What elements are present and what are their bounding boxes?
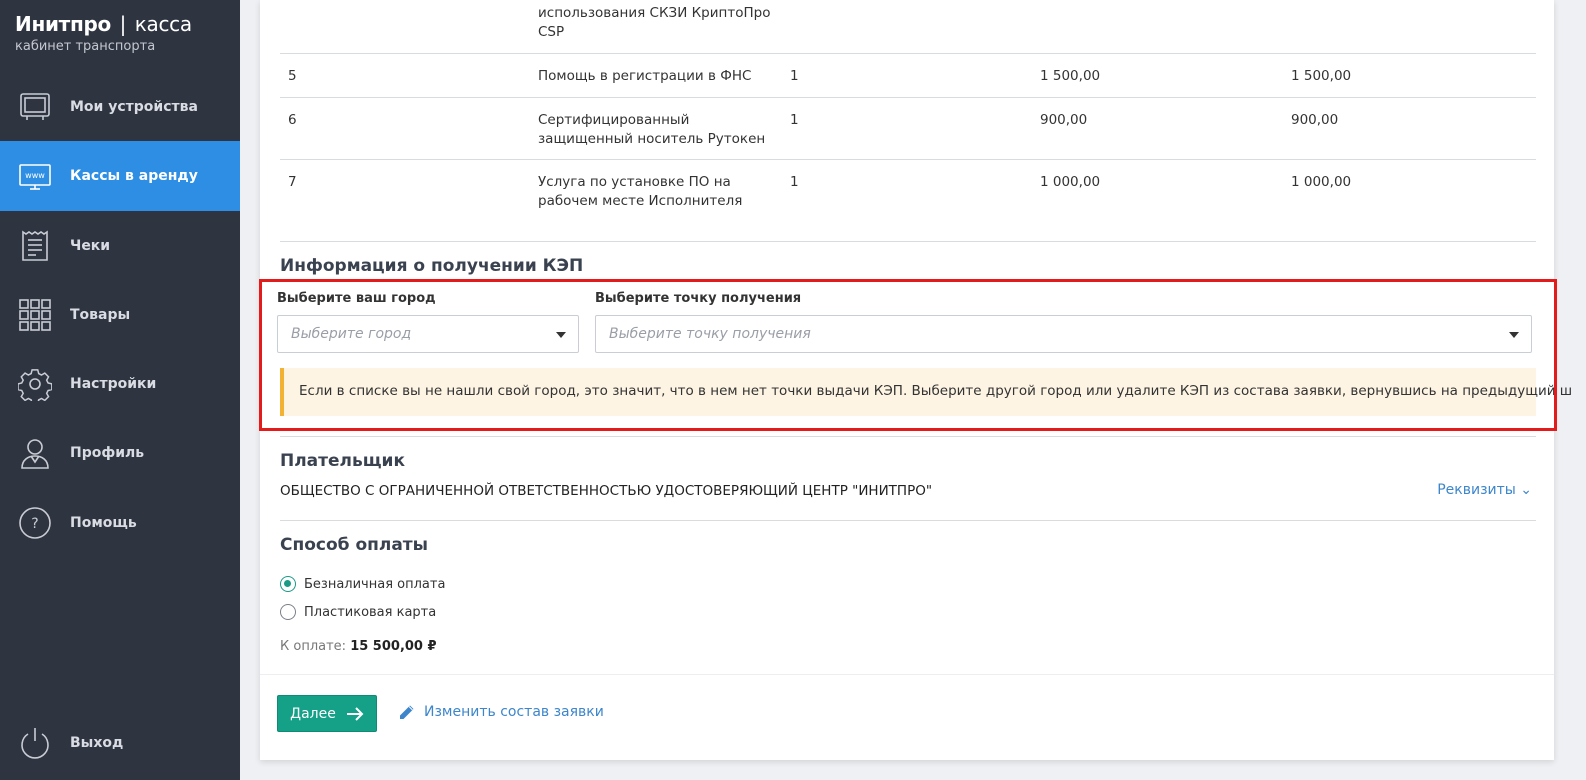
sidebar-item-label: Помощь: [70, 515, 137, 531]
svg-text:?: ?: [31, 516, 38, 532]
radio-button[interactable]: [280, 604, 296, 620]
arrow-right-icon: [346, 706, 364, 721]
sidebar-item-devices[interactable]: Мои устройства: [0, 72, 240, 142]
table-cell-price: 900,00: [1040, 112, 1088, 128]
sidebar-item-rent[interactable]: www Кассы в аренду: [0, 141, 240, 211]
brand-name: Инитпро: [15, 12, 111, 36]
table-cell-price: 1 000,00: [1040, 174, 1101, 190]
payment-option-card[interactable]: Пластиковая карта: [280, 604, 436, 620]
section-divider: [280, 520, 1536, 521]
sidebar-item-receipts[interactable]: Чеки: [0, 211, 240, 281]
table-cell-sum: 1 500,00: [1291, 68, 1352, 84]
table-cell-num: 6: [288, 112, 297, 128]
svg-text:www: www: [25, 171, 45, 180]
table-cell-name: Помощь в регистрации в ФНС: [538, 68, 752, 84]
row-divider: [280, 159, 1536, 160]
sidebar-item-help[interactable]: ? Помощь: [0, 488, 240, 558]
payer-name: ОБЩЕСТВО С ОГРАНИЧЕННОЙ ОТВЕТСТВЕННОСТЬЮ…: [280, 483, 933, 499]
sidebar-item-label: Чеки: [70, 238, 111, 254]
radio-label: Безналичная оплата: [304, 576, 446, 592]
section-divider: [280, 241, 1536, 242]
table-cell-qty: 1: [790, 112, 799, 128]
kep-section-title: Информация о получении КЭП: [280, 256, 584, 276]
user-icon: [17, 435, 53, 471]
power-icon: [17, 725, 53, 761]
table-cell-name: Услуга по установке ПО на: [538, 174, 731, 190]
table-cell-name-line2: защищенный носитель Рутокен: [538, 131, 766, 147]
brand-product: касса: [134, 12, 192, 36]
payment-section-title: Способ оплаты: [280, 535, 429, 555]
sidebar-item-label: Выход: [70, 735, 124, 751]
total-label: К оплате:: [280, 639, 347, 654]
sidebar: Инитпро | касса кабинет транспорта Мои у…: [0, 0, 240, 780]
payer-details-link[interactable]: Реквизиты ⌄: [1437, 482, 1532, 498]
brand-separator: |: [119, 12, 127, 36]
table-cell-name-line2: рабочем месте Исполнителя: [538, 193, 743, 209]
section-divider: [280, 436, 1536, 437]
sidebar-item-label: Мои устройства: [70, 99, 198, 115]
grid-icon: [17, 297, 53, 333]
sidebar-item-label: Товары: [70, 307, 131, 323]
table-cell-qty: 1: [790, 174, 799, 190]
table-cell-sum: 1 000,00: [1291, 174, 1352, 190]
scrollbar[interactable]: [1572, 0, 1586, 780]
receipt-icon: [17, 228, 53, 264]
help-icon: ?: [17, 505, 53, 541]
gear-icon: [17, 366, 53, 402]
table-cell-name: CSP: [538, 24, 565, 40]
row-divider: [280, 53, 1536, 54]
radio-button-checked[interactable]: [280, 576, 296, 592]
table-cell-num: 7: [288, 174, 297, 190]
www-icon: www: [17, 158, 53, 194]
sidebar-item-settings[interactable]: Настройки: [0, 349, 240, 419]
sidebar-item-label: Настройки: [70, 376, 157, 392]
total-amount: К оплате: 15 500,00 ₽: [280, 639, 437, 654]
payer-section-title: Плательщик: [280, 451, 405, 471]
next-button[interactable]: Далее: [277, 695, 377, 732]
highlight-frame: [259, 279, 1557, 431]
total-value: 15 500,00 ₽: [350, 639, 437, 654]
next-button-label: Далее: [290, 705, 336, 722]
sidebar-item-profile[interactable]: Профиль: [0, 418, 240, 488]
table-cell-price: 1 500,00: [1040, 68, 1101, 84]
row-divider: [280, 97, 1536, 98]
radio-label: Пластиковая карта: [304, 604, 437, 620]
brand-subtitle: кабинет транспорта: [15, 39, 156, 54]
table-cell-name: использования СКЗИ КриптоПро: [538, 5, 771, 21]
sidebar-item-goods[interactable]: Товары: [0, 280, 240, 350]
brand-logo[interactable]: Инитпро | касса: [15, 12, 240, 36]
table-cell-qty: 1: [790, 68, 799, 84]
footer-divider: [260, 674, 1554, 675]
brand: Инитпро | касса кабинет транспорта: [0, 0, 240, 70]
monitor-icon: [17, 89, 53, 125]
sidebar-item-logout[interactable]: Выход: [0, 708, 240, 778]
sidebar-item-label: Профиль: [70, 445, 145, 461]
table-cell-name: Сертифицированный: [538, 112, 690, 128]
sidebar-item-label: Кассы в аренду: [70, 168, 198, 184]
edit-order-label: Изменить состав заявки: [424, 704, 604, 720]
edit-order-link[interactable]: Изменить состав заявки: [398, 703, 604, 721]
table-cell-sum: 900,00: [1291, 112, 1339, 128]
payment-option-cashless[interactable]: Безналичная оплата: [280, 576, 445, 592]
pencil-icon: [400, 705, 414, 719]
table-cell-num: 5: [288, 68, 297, 84]
